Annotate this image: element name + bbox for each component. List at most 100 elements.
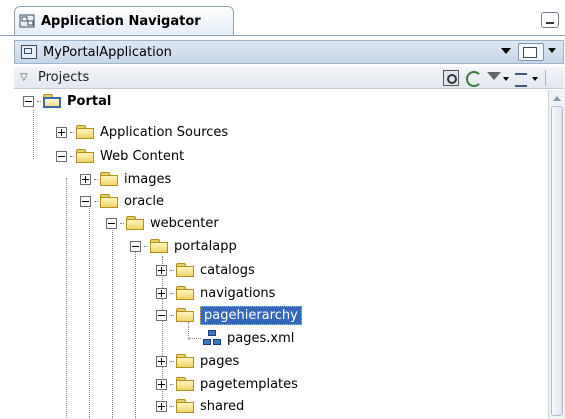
sort-icon[interactable] [515, 70, 539, 87]
tree-row-pages[interactable]: pages [156, 350, 239, 372]
tree-connector [170, 292, 174, 294]
tree-label-webcenter: webcenter [150, 215, 219, 231]
application-dropdown[interactable]: MyPortalApplication [15, 41, 515, 63]
tree-guide [66, 178, 67, 418]
projects-label: Projects [38, 70, 90, 85]
tree-row-shared[interactable]: shared [156, 395, 244, 417]
tree-row-oracle[interactable]: oracle [80, 190, 164, 212]
tree-connector [170, 383, 174, 385]
tree-row-navigations[interactable]: navigations [156, 282, 275, 304]
folder-icon [176, 308, 194, 322]
folder-icon [176, 263, 194, 277]
find-icon[interactable] [443, 70, 459, 86]
tree-connector [120, 222, 124, 224]
folder-icon [126, 216, 144, 230]
tree-connector [144, 245, 148, 247]
minimize-button[interactable] [541, 12, 559, 28]
tree-label-catalogs: catalogs [200, 262, 255, 278]
tree-connector [94, 178, 98, 180]
chevron-down-icon[interactable] [501, 48, 511, 54]
collapse-toggle[interactable] [106, 217, 117, 229]
tree-label-shared: shared [200, 398, 245, 414]
folder-icon [150, 239, 168, 253]
application-menu-button[interactable] [518, 43, 544, 61]
tree-connector [170, 269, 174, 271]
folder-icon [176, 286, 194, 300]
refresh-icon[interactable] [465, 70, 482, 87]
expand-toggle[interactable] [156, 287, 167, 299]
folder-icon [76, 125, 94, 139]
tree-row-images[interactable]: images [80, 168, 171, 190]
tab-divider [0, 35, 565, 36]
expand-toggle[interactable] [156, 378, 167, 390]
collapse-toggle[interactable] [130, 240, 141, 252]
folder-icon [176, 377, 194, 391]
tree-row-portalapp[interactable]: portalapp [130, 235, 237, 257]
tree-row-webcenter[interactable]: webcenter [106, 212, 219, 234]
tree-connector [189, 337, 201, 339]
toolbar-separator [545, 70, 546, 86]
page-hierarchy-file-icon [203, 330, 221, 346]
expand-toggle[interactable] [156, 264, 167, 276]
tree-label-images: images [124, 171, 172, 187]
tree-connector [170, 360, 174, 362]
application-selector-bar: MyPortalApplication [14, 40, 564, 64]
tree-guide [135, 245, 136, 419]
tree-label-pages-xml: pages.xml [227, 330, 295, 346]
folder-icon [100, 194, 118, 208]
projects-header: ▽ Projects [14, 67, 564, 89]
tree-label-pagehierarchy: pagehierarchy [200, 305, 302, 325]
tree-label-application-sources: Application Sources [100, 124, 229, 140]
collapse-toggle[interactable] [56, 150, 67, 162]
tab-application-navigator[interactable]: Application Navigator [14, 6, 234, 36]
tree-connector [37, 100, 41, 102]
scrollbar-thumb[interactable] [551, 106, 563, 416]
tree-label-pages: pages [200, 353, 240, 369]
collapse-toggle[interactable] [156, 309, 167, 321]
expand-toggle[interactable] [156, 400, 167, 412]
folder-icon [176, 399, 194, 413]
tree-label-oracle: oracle [124, 193, 165, 209]
application-menu-chevron-icon[interactable] [548, 48, 556, 53]
tree-connector [170, 314, 174, 316]
tab-title: Application Navigator [41, 14, 201, 29]
tree-row-pagehierarchy[interactable]: pagehierarchy [156, 304, 302, 326]
tree-row-pages-xml[interactable]: pages.xml [189, 327, 294, 349]
vertical-scrollbar[interactable] [548, 90, 565, 419]
collapse-projects-icon[interactable]: ▽ [20, 72, 34, 83]
project-folder-icon [43, 94, 61, 108]
collapse-toggle[interactable] [80, 195, 91, 207]
application-icon [21, 45, 37, 59]
tree-label-web-content: Web Content [100, 148, 185, 164]
tree-row-web-content[interactable]: Web Content [56, 145, 184, 167]
tree-guide [89, 200, 90, 419]
folder-icon [100, 172, 118, 186]
tree-row-application-sources[interactable]: Application Sources [56, 121, 228, 143]
navigator-tabbar: Application Navigator [0, 0, 565, 36]
expand-toggle[interactable] [56, 126, 67, 138]
folder-icon [76, 149, 94, 163]
folder-icon [176, 354, 194, 368]
filter-icon[interactable] [487, 70, 509, 86]
tree-guide [33, 110, 34, 159]
tree-connector [170, 405, 174, 407]
collapse-toggle[interactable] [23, 95, 34, 107]
tree-label-navigations: navigations [200, 285, 276, 301]
tree-guide [112, 222, 113, 419]
application-menu-icon [523, 47, 537, 58]
tree-connector [94, 200, 98, 202]
project-tree: Portal Application Sources Web Content i… [14, 90, 548, 419]
tree-row-catalogs[interactable]: catalogs [156, 259, 255, 281]
tree-row-portal[interactable]: Portal [23, 90, 111, 112]
tree-label-pagetemplates: pagetemplates [200, 376, 298, 392]
application-name: MyPortalApplication [43, 44, 172, 60]
tree-label-portal: Portal [67, 93, 112, 109]
tree-label-portalapp: portalapp [174, 238, 237, 254]
scroll-up-icon[interactable] [553, 96, 561, 101]
tree-row-pagetemplates[interactable]: pagetemplates [156, 373, 298, 395]
navigator-icon [19, 13, 37, 31]
expand-toggle[interactable] [156, 355, 167, 367]
tree-connector [70, 155, 74, 157]
expand-toggle[interactable] [80, 173, 91, 185]
tree-connector [70, 131, 74, 133]
